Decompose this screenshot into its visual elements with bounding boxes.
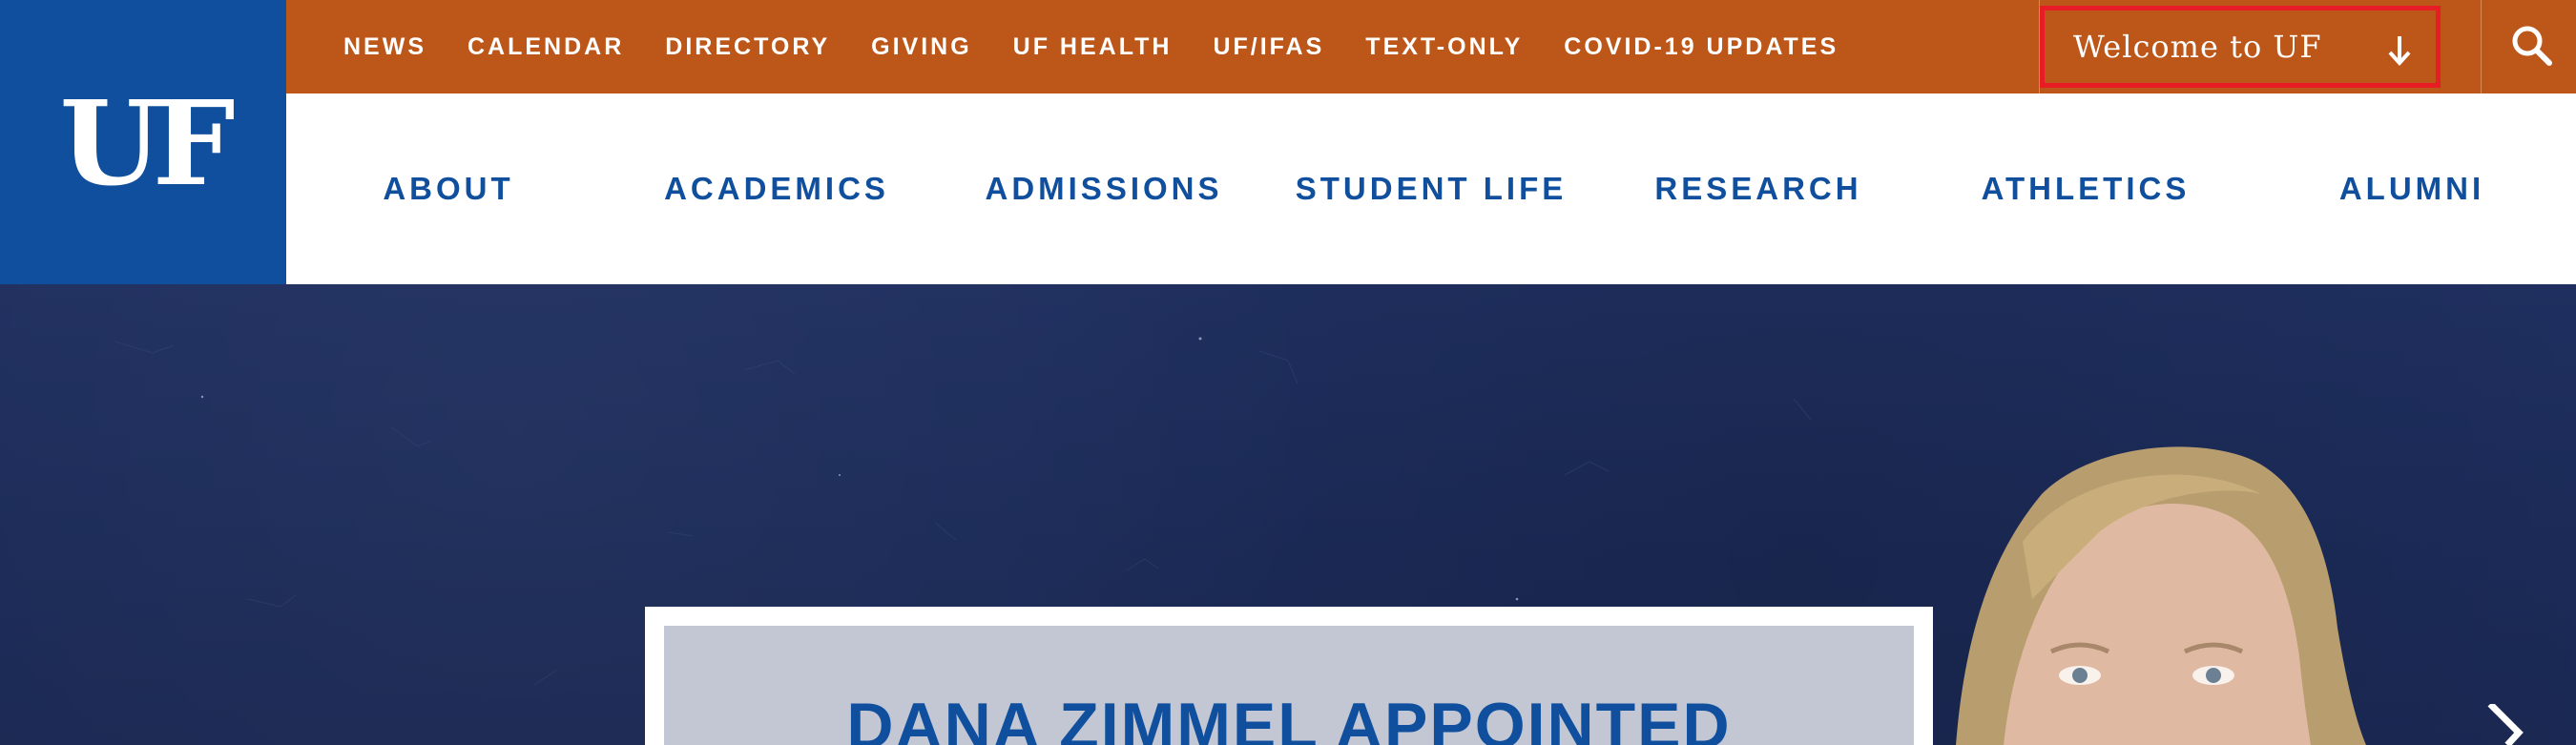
utility-link-text-only[interactable]: TEXT-ONLY [1365,33,1523,61]
utility-link-uf-ifas[interactable]: UF/IFAS [1213,33,1324,61]
utility-link-directory[interactable]: DIRECTORY [665,33,830,61]
uf-logo[interactable]: UF [0,0,286,284]
portrait-image [1956,446,2366,745]
utility-link-giving[interactable]: GIVING [871,33,972,61]
welcome-dropdown-button[interactable]: Welcome to UF [2040,6,2441,88]
utility-nav: NEWS CALENDAR DIRECTORY GIVING UF HEALTH… [343,0,1880,93]
main-nav-research[interactable]: RESEARCH [1654,93,1861,284]
logo-text: UF [59,74,235,212]
main-nav-athletics[interactable]: ATHLETICS [1982,93,2191,284]
arrow-down-icon [2388,36,2411,66]
utility-link-news[interactable]: NEWS [343,33,426,61]
utility-link-uf-health[interactable]: UF HEALTH [1013,33,1173,61]
utility-divider [2481,0,2482,93]
main-nav-admissions[interactable]: ADMISSIONS [985,93,1222,284]
chevron-right-icon[interactable] [2481,704,2538,745]
main-nav-student-life[interactable]: STUDENT LIFE [1296,93,1568,284]
headline-inner: DANA ZIMMEL APPOINTED [664,626,1914,745]
main-nav: ABOUT ACADEMICS ADMISSIONS STUDENT LIFE … [286,93,2576,284]
welcome-label: Welcome to UF [2073,29,2322,65]
utility-link-calendar[interactable]: CALENDAR [467,33,624,61]
utility-bar: NEWS CALENDAR DIRECTORY GIVING UF HEALTH… [286,0,2576,93]
main-nav-academics[interactable]: ACADEMICS [664,93,889,284]
search-icon[interactable] [2509,23,2555,69]
headline-card[interactable]: DANA ZIMMEL APPOINTED [645,607,1933,745]
hero-section: DANA ZIMMEL APPOINTED [0,284,2576,745]
main-nav-alumni[interactable]: ALUMNI [2339,93,2484,284]
main-nav-about[interactable]: ABOUT [383,93,513,284]
utility-link-covid-updates[interactable]: COVID-19 UPDATES [1564,33,1839,61]
hero-headline: DANA ZIMMEL APPOINTED [846,690,1732,745]
